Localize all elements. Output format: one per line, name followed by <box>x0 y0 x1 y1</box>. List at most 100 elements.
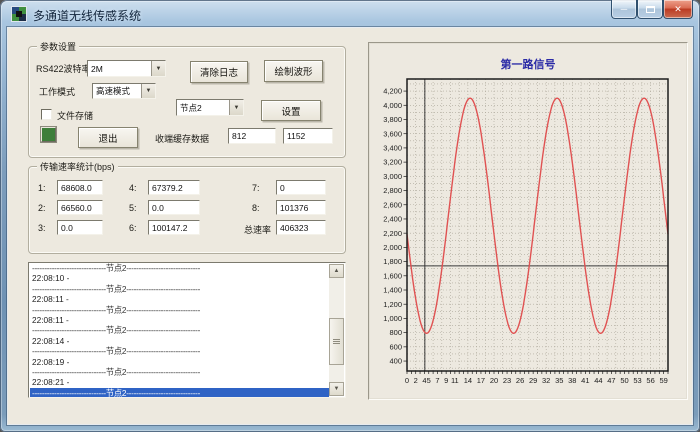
node-combobox[interactable]: 节点2 ▼ <box>176 99 244 116</box>
x-tick-label: 38 <box>568 376 576 385</box>
y-tick-label: 3,000 <box>383 172 402 181</box>
client-area: 参数设置 RS422波特率 2M ▼ 工作模式 高速模式 ▼ 清除日志 绘制波形… <box>8 28 692 424</box>
x-tick-label: 0 <box>405 376 409 385</box>
log-entry-row[interactable]: 22:08:11 - <box>30 315 329 325</box>
stat-label: 8: <box>252 203 260 213</box>
draw-wave-button[interactable]: 绘制波形 <box>264 60 323 82</box>
log-entry-row[interactable]: 22:08:14 - <box>30 336 329 346</box>
log-separator-row[interactable]: ------------------------------节点2-------… <box>30 388 329 397</box>
x-tick-label: 23 <box>503 376 511 385</box>
chart-panel: 第一路信号 400 600 800 1,000 1,200 1,400 1,600 1,800… <box>368 42 688 400</box>
window-title: 多通道无线传感系统 <box>33 7 141 24</box>
x-tick-label: 14 <box>464 376 472 385</box>
baud-combobox[interactable]: 2M ▼ <box>87 60 166 77</box>
chart-canvas[interactable]: 400 600 800 1,000 1,200 1,400 1,600 1,800 2,000 2… <box>369 43 689 401</box>
dropdown-arrow-icon[interactable]: ▼ <box>229 100 243 115</box>
plot-border <box>407 79 668 371</box>
stat-field[interactable]: 0.0 <box>57 220 103 235</box>
x-tick-label: 56 <box>646 376 654 385</box>
file-store-checkbox[interactable] <box>41 109 52 120</box>
x-tick-label: 59 <box>659 376 667 385</box>
maximize-icon <box>646 6 655 13</box>
status-indicator-button[interactable] <box>41 127 56 142</box>
stat-field[interactable]: 0 <box>276 180 326 195</box>
mode-combobox[interactable]: 高速模式 ▼ <box>92 83 156 99</box>
stat-label: 6: <box>129 223 137 233</box>
dropdown-arrow-icon[interactable]: ▼ <box>141 84 155 98</box>
mode-label: 工作模式 <box>39 85 75 98</box>
y-tick-label: 1,800 <box>383 257 402 266</box>
app-icon <box>11 6 27 22</box>
scrollbar-thumb[interactable] <box>329 318 344 365</box>
close-icon: ✕ <box>674 4 682 15</box>
set-button[interactable]: 设置 <box>261 100 321 121</box>
close-button[interactable]: ✕ <box>663 0 693 19</box>
dropdown-arrow-icon[interactable]: ▼ <box>151 61 165 76</box>
stat-label: 3: <box>38 223 46 233</box>
maximize-button[interactable] <box>637 0 663 19</box>
y-tick-label: 1,400 <box>383 286 402 295</box>
y-tick-label: 600 <box>389 342 402 351</box>
y-tick-label: 1,200 <box>383 300 402 309</box>
x-tick-label: 26 <box>516 376 524 385</box>
log-separator-row[interactable]: ------------------------------节点2-------… <box>30 346 329 356</box>
stat-label: 4: <box>129 183 137 193</box>
stat-field[interactable]: 100147.2 <box>148 220 200 235</box>
x-tick-label: 50 <box>620 376 628 385</box>
log-entry-row[interactable]: 22:08:10 - <box>30 273 329 283</box>
app-window: 多通道无线传感系统 ─ ✕ 参数设置 RS422波特率 2M ▼ 工作模式 高速… <box>0 0 700 432</box>
chart-title: 第一路信号 <box>369 56 687 72</box>
scroll-up-button[interactable]: ▲ <box>329 264 344 278</box>
log-entry-row[interactable]: 22:08:21 - <box>30 377 329 387</box>
y-tick-label: 3,200 <box>383 158 402 167</box>
stat-label: 2: <box>38 203 46 213</box>
baud-value: 2M <box>88 64 151 74</box>
stat-field[interactable]: 406323 <box>276 220 326 235</box>
y-tick-label: 1,000 <box>383 314 402 323</box>
x-tick-label: 53 <box>633 376 641 385</box>
log-separator-row[interactable]: ------------------------------节点2-------… <box>30 263 329 273</box>
clear-log-button[interactable]: 清除日志 <box>190 61 248 83</box>
title-bar[interactable]: 多通道无线传感系统 ─ ✕ <box>0 0 700 28</box>
stats-group-title: 传输速率统计(bps) <box>37 160 118 173</box>
log-separator-row[interactable]: ------------------------------节点2-------… <box>30 367 329 377</box>
file-store-label: 文件存储 <box>57 109 93 122</box>
stat-field[interactable]: 0.0 <box>148 200 200 215</box>
stat-label: 5: <box>129 203 137 213</box>
x-tick-label: 17 <box>477 376 485 385</box>
y-tick-label: 400 <box>389 357 402 366</box>
x-tick-label: 29 <box>529 376 537 385</box>
log-separator-row[interactable]: ------------------------------节点2-------… <box>30 325 329 335</box>
baud-label: RS422波特率 <box>36 62 91 75</box>
log-entry-row[interactable]: 22:08:19 - <box>30 357 329 367</box>
y-tick-label: 4,000 <box>383 101 402 110</box>
x-tick-label: 2 <box>414 376 418 385</box>
scroll-down-button[interactable]: ▼ <box>329 382 344 396</box>
log-separator-row[interactable]: ------------------------------节点2-------… <box>30 305 329 315</box>
y-tick-label: 1,600 <box>383 271 402 280</box>
y-tick-label: 3,600 <box>383 129 402 138</box>
stat-field[interactable]: 101376 <box>276 200 326 215</box>
log-entry-row[interactable]: 22:08:11 - <box>30 294 329 304</box>
log-separator-row[interactable]: ------------------------------节点2-------… <box>30 284 329 294</box>
y-tick-label: 3,800 <box>383 115 402 124</box>
log-scrollbar[interactable]: ▲ ▼ <box>329 264 344 396</box>
rx-buffer-field-1[interactable]: 812 <box>228 128 276 144</box>
y-tick-label: 2,000 <box>383 243 402 252</box>
y-tick-label: 3,400 <box>383 144 402 153</box>
x-tick-label: 47 <box>607 376 615 385</box>
scroll-down-icon: ▼ <box>334 386 340 392</box>
rx-buffer-field-2[interactable]: 1152 <box>283 128 333 144</box>
stat-field[interactable]: 67379.2 <box>148 180 200 195</box>
stat-field[interactable]: 66560.0 <box>57 200 103 215</box>
stat-field[interactable]: 68608.0 <box>57 180 103 195</box>
exit-button[interactable]: 退出 <box>78 127 138 148</box>
y-tick-label: 2,600 <box>383 200 402 209</box>
x-tick-label: 7 <box>435 376 439 385</box>
node-value: 节点2 <box>177 102 229 114</box>
stat-label: 1: <box>38 183 46 193</box>
scroll-up-icon: ▲ <box>334 268 340 274</box>
y-tick-label: 800 <box>389 328 402 337</box>
minimize-button[interactable]: ─ <box>611 0 637 19</box>
log-list: ------------------------------节点2-------… <box>30 263 329 397</box>
